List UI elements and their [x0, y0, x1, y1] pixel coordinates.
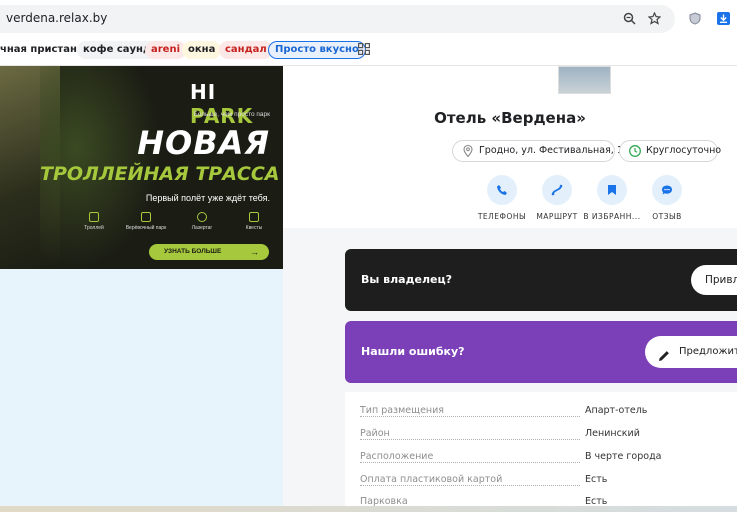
- report-error-title: Нашли ошибку?: [361, 345, 465, 358]
- phone-icon: [487, 175, 517, 205]
- arrow-right-icon: →: [250, 247, 259, 257]
- bookmark-5[interactable]: сандал: [219, 41, 273, 59]
- action-review[interactable]: ОТЗЫВ: [632, 175, 702, 221]
- details-row: Тип размещения Апарт-отель: [360, 405, 660, 419]
- details-value: Есть: [585, 474, 608, 485]
- left-background: [0, 269, 283, 512]
- banner-feature: Лазертаг: [174, 212, 230, 231]
- owner-title: Вы владелец?: [361, 273, 452, 286]
- action-label: ОТЗЫВ: [652, 212, 682, 221]
- banner-logo: HI PARK: [190, 80, 254, 128]
- bookmark-6[interactable]: Просто вкусно: [268, 41, 366, 59]
- report-error-block: Нашли ошибку? Предложить и: [345, 321, 737, 383]
- details-key: Оплата пластиковой картой: [360, 474, 506, 485]
- details-row: Оплата пластиковой картой Есть: [360, 474, 660, 488]
- bookmark-icon: [597, 175, 627, 205]
- banner-feature: Верёвочный парк: [118, 212, 174, 231]
- details-row: Район Ленинский: [360, 428, 660, 442]
- bookmarks-bar: чная пристань кофе саунд areni окна санд…: [0, 38, 737, 66]
- hotel-photo[interactable]: [558, 66, 611, 94]
- banner-cta-button[interactable]: УЗНАТЬ БОЛЬШЕ →: [149, 244, 269, 260]
- details-value: Апарт-отель: [585, 405, 648, 416]
- bookmark-1[interactable]: чная пристань: [0, 41, 89, 59]
- hotel-title: Отель «Вердена»: [434, 109, 586, 127]
- address-bar: verdena.relax.by: [0, 0, 737, 38]
- details-row: Расположение В черте города: [360, 451, 662, 465]
- clock-icon: [628, 144, 642, 158]
- suggest-edit-button[interactable]: Предложить и: [645, 336, 737, 368]
- address-chip[interactable]: Гродно, ул. Фестивальная, 18А: [452, 140, 635, 162]
- leader-dots: [360, 462, 580, 463]
- apps-grid-icon[interactable]: [358, 42, 371, 60]
- location-pin-icon: [461, 144, 475, 158]
- suggest-edit-label: Предложить и: [679, 346, 737, 357]
- details-key: Район: [360, 428, 393, 439]
- details-value: В черте города: [585, 451, 662, 462]
- pencil-icon: [657, 345, 671, 361]
- lasertag-icon: [197, 212, 207, 222]
- download-icon[interactable]: [716, 11, 730, 25]
- taskbar-edge: [0, 506, 737, 512]
- star-icon[interactable]: [647, 11, 661, 25]
- zoom-icon[interactable]: [622, 11, 636, 25]
- leader-dots: [360, 439, 580, 440]
- bookmark-3[interactable]: areni: [145, 41, 187, 59]
- route-icon: [542, 175, 572, 205]
- details-key: Тип размещения: [360, 405, 448, 416]
- trolley-icon: [89, 212, 99, 222]
- ad-banner[interactable]: HI PARK Больше, чем просто парк НОВАЯ ТР…: [0, 66, 283, 269]
- owner-block: Вы владелец? Привле: [345, 249, 737, 311]
- hours-chip[interactable]: Круглосуточно: [619, 140, 722, 162]
- shield-icon[interactable]: [688, 11, 702, 25]
- banner-headline-2: ТРОЛЛЕЙНАЯ ТРАССА: [40, 163, 280, 185]
- bookmark-4[interactable]: окна: [182, 41, 222, 59]
- chat-icon: [652, 175, 682, 205]
- details-list: Тип размещения Апарт-отель Район Ленинский…: [345, 392, 737, 512]
- banner-feature: Квесты: [226, 212, 282, 231]
- banner-headline: НОВАЯ: [137, 124, 270, 162]
- leader-dots: [360, 416, 580, 417]
- leader-dots: [360, 485, 580, 486]
- rope-park-icon: [141, 212, 151, 222]
- owner-button[interactable]: Привле: [691, 265, 737, 295]
- banner-subline: Первый полёт уже ждёт тебя.: [145, 193, 270, 203]
- details-key: Расположение: [360, 451, 437, 462]
- details-value: Ленинский: [585, 428, 640, 439]
- banner-feature: Троллей: [66, 212, 122, 231]
- hours-text: Круглосуточно: [646, 145, 722, 156]
- quests-icon: [249, 212, 259, 222]
- url-text[interactable]: verdena.relax.by: [6, 11, 107, 25]
- address-text: Гродно, ул. Фестивальная, 18А: [479, 145, 636, 156]
- banner-tagline: Больше, чем просто парк: [193, 111, 270, 118]
